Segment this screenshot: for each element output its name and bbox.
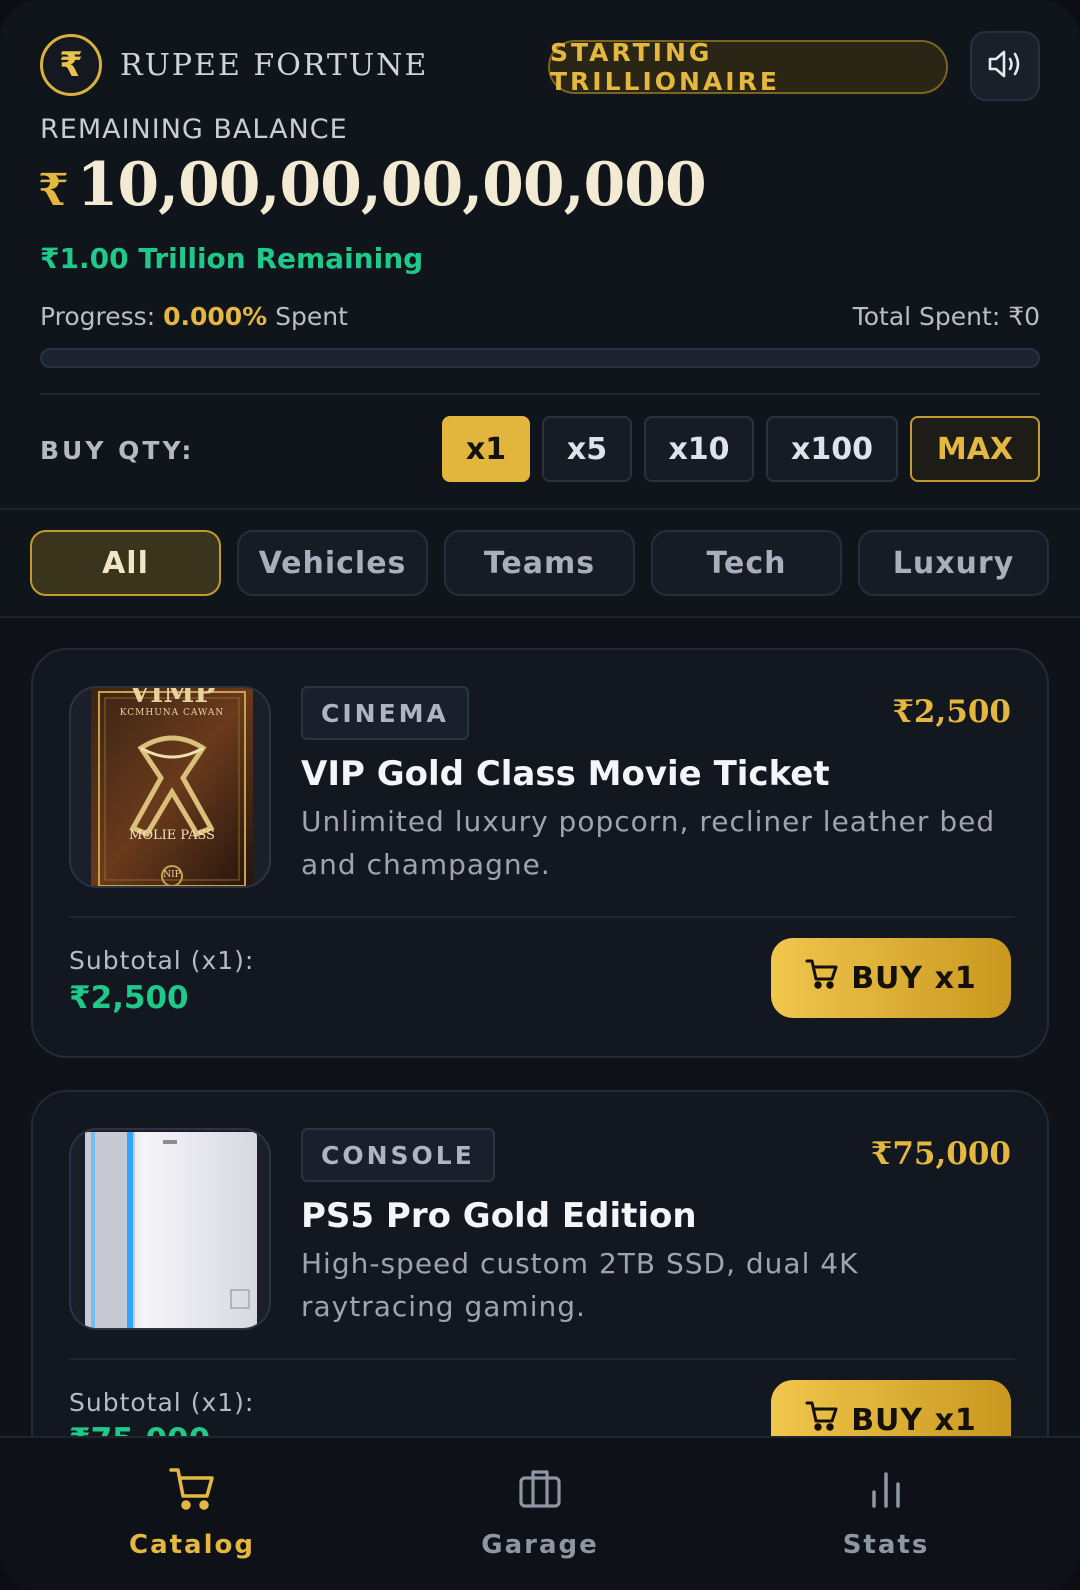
qty-max-button[interactable]: MAX: [910, 416, 1040, 482]
nav-garage[interactable]: Garage: [440, 1466, 640, 1560]
item-list[interactable]: VIMP KCMHUNA CAWAN MOLIE PASS NIP CINEMA…: [0, 618, 1080, 1436]
nav-stats[interactable]: Stats: [786, 1466, 986, 1560]
balance-currency-symbol: ₹: [38, 165, 69, 216]
buy-button[interactable]: BUY x1: [771, 938, 1011, 1018]
item-price: ₹75,000: [870, 1136, 1011, 1172]
buy-button-label: BUY x1: [851, 960, 977, 996]
ticket-mid-text: MOLIE PASS: [129, 828, 215, 843]
item-title: VIP Gold Class Movie Ticket: [301, 754, 830, 794]
item-card: CONSOLE ₹75,000 PS5 Pro Gold Edition Hig…: [31, 1090, 1049, 1436]
balance-value: ₹ 10,00,00,00,00,000: [38, 150, 707, 220]
remaining-text: ₹1.00 Trillion Remaining: [40, 242, 424, 275]
cart-icon: [168, 1466, 216, 1516]
tab-vehicles[interactable]: Vehicles: [237, 530, 428, 596]
app-window: ₹ RUPEE FORTUNE STARTING TRILLIONAIRE RE…: [0, 0, 1080, 1590]
progress-prefix: Progress:: [40, 302, 164, 331]
sound-toggle-button[interactable]: [970, 31, 1040, 101]
nav-label: Stats: [842, 1530, 930, 1560]
tab-all[interactable]: All: [30, 530, 221, 596]
progress-suffix: Spent: [267, 302, 348, 331]
qty-x100-button[interactable]: x100: [766, 416, 898, 482]
category-tag: CINEMA: [301, 686, 469, 740]
category-tabs: All Vehicles Teams Tech Luxury: [30, 530, 1049, 596]
nav-catalog[interactable]: Catalog: [92, 1466, 292, 1560]
bar-chart-icon: [863, 1466, 909, 1516]
brand-name: RUPEE FORTUNE: [120, 47, 429, 83]
rupee-coin-icon: ₹: [40, 34, 102, 96]
balance-amount: 10,00,00,00,00,000: [76, 150, 707, 220]
item-description: Unlimited luxury popcorn, recliner leath…: [301, 805, 996, 881]
buy-button[interactable]: BUY x1: [771, 1380, 1011, 1436]
progress-value: 0.000%: [163, 302, 268, 331]
tab-tech[interactable]: Tech: [651, 530, 842, 596]
category-tag: CONSOLE: [301, 1128, 495, 1182]
cart-icon: [805, 958, 839, 998]
ticket-top-text: VIMP: [128, 686, 216, 709]
item-card: VIMP KCMHUNA CAWAN MOLIE PASS NIP CINEMA…: [31, 648, 1049, 1058]
ticket-sub-text: KCMHUNA CAWAN: [119, 708, 225, 718]
buy-qty-label: BUY QTY:: [40, 436, 195, 465]
nav-label: Catalog: [129, 1530, 255, 1560]
nav-label: Garage: [481, 1530, 599, 1560]
divider: [40, 393, 1040, 395]
item-description: High-speed custom 2TB SSD, dual 4K raytr…: [301, 1247, 859, 1323]
tab-luxury[interactable]: Luxury: [858, 530, 1049, 596]
subtotal-label: Subtotal (x1):: [69, 946, 255, 975]
brand: ₹ RUPEE FORTUNE: [40, 34, 428, 96]
qty-selector: x1 x5 x10 x100 MAX: [442, 416, 1040, 482]
subtotal-value: ₹75,000: [69, 1422, 210, 1436]
total-spent: Total Spent: ₹0: [852, 302, 1040, 331]
item-title: PS5 Pro Gold Edition: [301, 1196, 697, 1236]
progress-bar: [40, 348, 1040, 368]
briefcase-icon: [517, 1466, 563, 1516]
console-image: [69, 1128, 271, 1330]
tab-teams[interactable]: Teams: [444, 530, 635, 596]
cart-icon: [805, 1400, 839, 1436]
bottom-nav: Catalog Garage Stats: [0, 1436, 1080, 1590]
item-price: ₹2,500: [892, 694, 1011, 730]
balance-label: REMAINING BALANCE: [40, 114, 348, 145]
divider: [69, 916, 1015, 918]
buy-button-label: BUY x1: [851, 1402, 977, 1437]
header: ₹ RUPEE FORTUNE STARTING TRILLIONAIRE RE…: [0, 0, 1080, 510]
subtotal-value: ₹2,500: [69, 980, 189, 1016]
rank-badge: STARTING TRILLIONAIRE: [548, 38, 948, 96]
qty-x10-button[interactable]: x10: [644, 416, 754, 482]
progress-text: Progress: 0.000% Spent: [40, 302, 348, 331]
qty-x5-button[interactable]: x5: [542, 416, 632, 482]
divider: [69, 1358, 1015, 1360]
qty-x1-button[interactable]: x1: [442, 416, 530, 482]
ticket-badge-text: NIP: [163, 870, 181, 880]
subtotal-label: Subtotal (x1):: [69, 1388, 255, 1417]
movie-ticket-image: VIMP KCMHUNA CAWAN MOLIE PASS NIP: [69, 686, 271, 888]
speaker-icon: [987, 48, 1023, 84]
